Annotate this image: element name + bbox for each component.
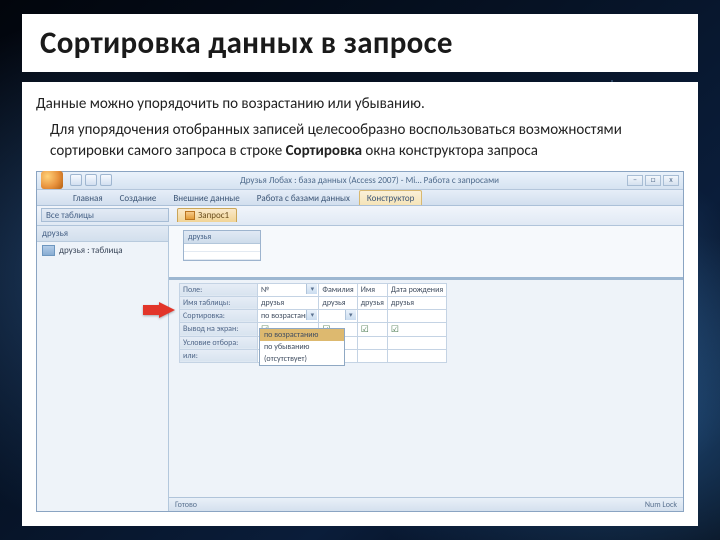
cell-field-4[interactable]: Дата рождения — [387, 283, 446, 296]
tab-external[interactable]: Внешние данные — [165, 190, 247, 205]
ribbon-tabs: Главная Создание Внешние данные Работа с… — [37, 190, 683, 206]
cell-sort-2[interactable] — [319, 309, 357, 322]
cell-field-3[interactable]: Имя — [357, 283, 387, 296]
row-label-or: или: — [180, 349, 258, 362]
paragraph-2: Для упорядочения отобранных записей целе… — [36, 120, 684, 161]
minimize-button[interactable]: – — [627, 175, 643, 186]
office-button[interactable] — [41, 171, 63, 189]
table-field-list[interactable]: друзья — [183, 230, 261, 261]
row-label-table: Имя таблицы: — [180, 296, 258, 309]
quick-access-toolbar — [70, 174, 112, 186]
tab-dbtools[interactable]: Работа с базами данных — [249, 190, 358, 205]
slide-title: Сортировка данных в запросе — [40, 24, 680, 62]
window-title: Друзья Лобах : база данных (Access 2007)… — [116, 175, 623, 186]
maximize-button[interactable]: □ — [645, 175, 661, 186]
qat-undo-icon[interactable] — [85, 174, 97, 186]
cell-show-4[interactable] — [387, 322, 446, 336]
designer-top-pane: друзья — [169, 226, 683, 280]
main-area: друзья друзья : таблица друзья — [37, 226, 683, 511]
sort-dropdown-list[interactable]: по возрастанию по убыванию (отсутствует) — [259, 328, 345, 366]
cell-show-3[interactable] — [357, 322, 387, 336]
title-bar: Друзья Лобах : база данных (Access 2007)… — [37, 172, 683, 190]
design-grid: Поле: № Фамилия Имя Дата рождения Имя та… — [169, 280, 683, 497]
sort-option-asc[interactable]: по возрастанию — [260, 329, 344, 341]
cell-field-2[interactable]: Фамилия — [319, 283, 357, 296]
cell-sort-3[interactable] — [357, 309, 387, 322]
row-label-show: Вывод на экран: — [180, 322, 258, 336]
navpane-group[interactable]: друзья — [37, 226, 168, 242]
object-tab-query[interactable]: Запрос1 — [177, 208, 237, 222]
sort-option-none[interactable]: (отсутствует) — [260, 353, 344, 365]
navpane-header[interactable]: Все таблицы — [41, 208, 169, 222]
close-button[interactable]: x — [663, 175, 679, 186]
query-designer: друзья Поле: № Фамилия Имя Да — [169, 226, 683, 511]
status-bar: Готово Num Lock — [169, 497, 683, 511]
access-screenshot: Друзья Лобах : база данных (Access 2007)… — [36, 171, 684, 512]
status-numlock: Num Lock — [645, 500, 677, 510]
tab-design[interactable]: Конструктор — [359, 190, 422, 205]
window-controls: – □ x — [627, 175, 679, 186]
callout-arrow-icon — [159, 302, 175, 318]
cell-field-1[interactable]: № — [258, 283, 319, 296]
slide-title-box: Сортировка данных в запросе — [22, 14, 698, 72]
table-name: друзья — [184, 231, 260, 244]
cell-sort-1[interactable]: по возрастанию — [258, 309, 319, 322]
slide-body: Данные можно упорядочить по возрастанию … — [22, 82, 698, 526]
row-label-criteria: Условие отбора: — [180, 336, 258, 349]
sort-option-desc[interactable]: по убыванию — [260, 341, 344, 353]
tab-home[interactable]: Главная — [65, 190, 111, 205]
cell-sort-4[interactable] — [387, 309, 446, 322]
row-label-sort: Сортировка: — [180, 309, 258, 322]
navpane-table-item[interactable]: друзья : таблица — [37, 242, 168, 259]
tab-create[interactable]: Создание — [112, 190, 165, 205]
row-label-field: Поле: — [180, 283, 258, 296]
paragraph-1: Данные можно упорядочить по возрастанию … — [36, 94, 684, 114]
sub-bar: Все таблицы Запрос1 — [37, 206, 683, 226]
qat-redo-icon[interactable] — [100, 174, 112, 186]
navigation-pane: друзья друзья : таблица — [37, 226, 169, 511]
status-ready: Готово — [175, 500, 197, 510]
qat-save-icon[interactable] — [70, 174, 82, 186]
